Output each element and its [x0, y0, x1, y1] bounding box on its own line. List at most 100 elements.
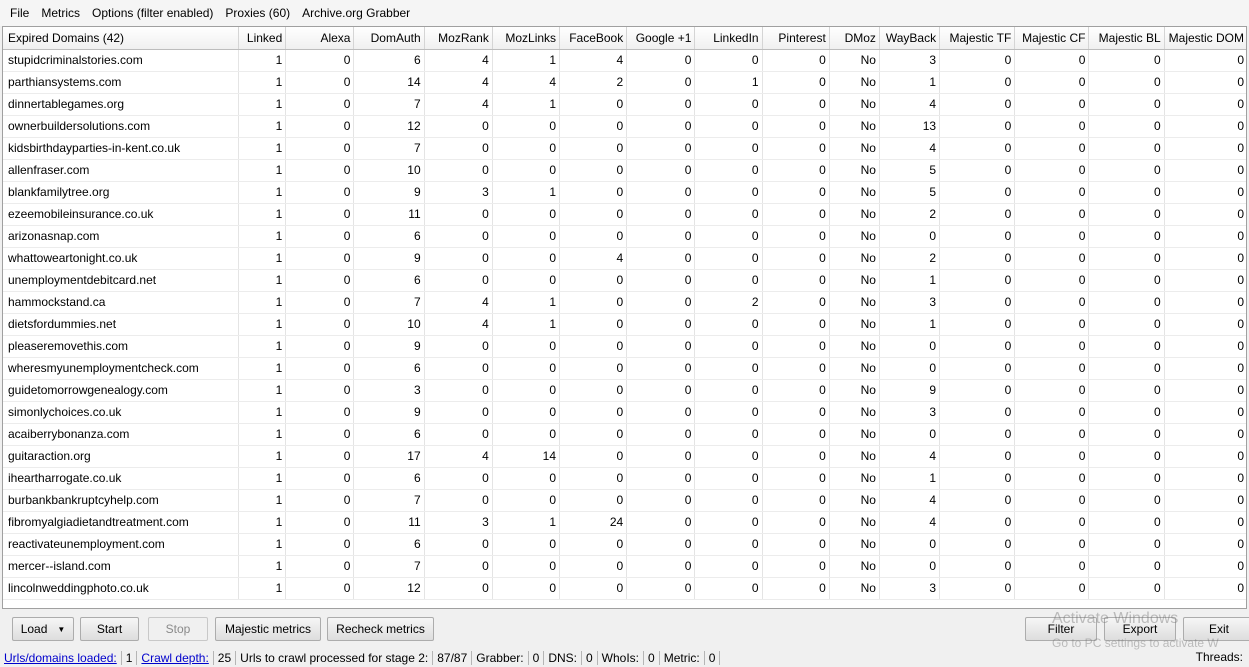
column-header-mozlinks[interactable]: MozLinks [492, 27, 561, 50]
column-header-linked[interactable]: Linked [238, 27, 287, 50]
cell-linkedin: 0 [694, 159, 763, 182]
cell-majestic-bl: 0 [1088, 137, 1165, 160]
cell-domauth: 6 [353, 225, 425, 248]
table-row[interactable]: mercer--island.com 1 0 7 0 0 0 0 0 0 No 0 0 0 0 0 [3, 555, 1246, 578]
table-row[interactable]: acaiberrybonanza.com 1 0 6 0 0 0 0 0 0 No 0 0 0 0 0 [3, 423, 1246, 446]
cell-domain: burbankbankruptcyhelp.com [3, 489, 240, 512]
table-row[interactable]: ownerbuildersolutions.com 1 0 12 0 0 0 0 0 0 No 13 0… [3, 115, 1246, 138]
cell-alexa: 0 [285, 181, 355, 204]
cell-majestic-cf: 0 [1014, 181, 1090, 204]
start-button[interactable]: Start [80, 617, 139, 641]
cell-domauth: 11 [353, 203, 425, 226]
table-row[interactable]: wheresmyunemploymentcheck.com 1 0 6 0 0 0 0 0 0 No… [3, 357, 1246, 380]
table-row[interactable]: fibromyalgiadietandtreatment.com 1 0 11 3 1 24… [3, 511, 1246, 534]
table-row[interactable]: dinnertablegames.org 1 0 7 4 1 0 0 0 0 No 4 0 0 0 0 [3, 93, 1246, 116]
column-header-mozrank[interactable]: MozRank [424, 27, 493, 50]
cell-majestic-cf: 0 [1014, 71, 1090, 94]
column-header-wayback[interactable]: WayBack [879, 27, 941, 50]
cell-majestic-bl: 0 [1088, 533, 1165, 556]
cell-facebook: 0 [559, 225, 628, 248]
table-row[interactable]: lincolnweddingphoto.co.uk 1 0 12 0 0 0 0 0 0 No 3 0 0… [3, 577, 1246, 600]
crawl-depth-link[interactable]: Crawl depth: [137, 651, 212, 665]
table-row[interactable]: burbankbankruptcyhelp.com 1 0 7 0 0 0 0 0 0 No 4 0 0 0… [3, 489, 1246, 512]
column-header-dmoz[interactable]: DMoz [829, 27, 880, 50]
cell-majestic-cf: 0 [1014, 115, 1090, 138]
menu-proxies[interactable]: Proxies (60) [219, 0, 296, 26]
table-row[interactable]: simonlychoices.co.uk 1 0 9 0 0 0 0 0 0 No 3 0 0 0 0 [3, 401, 1246, 424]
recheck-metrics-button[interactable]: Recheck metrics [327, 617, 434, 641]
cell-mozlinks: 0 [492, 555, 561, 578]
table-row[interactable]: pleaseremovethis.com 1 0 9 0 0 0 0 0 0 No 0 0 0 0 0 [3, 335, 1246, 358]
column-header-google-plus[interactable]: Google +1 [626, 27, 696, 50]
cell-majestic-tf: 0 [939, 247, 1016, 270]
cell-pinterest: 0 [762, 511, 830, 534]
column-header-majestic-bl[interactable]: Majestic BL [1088, 27, 1165, 50]
cell-alexa: 0 [285, 511, 355, 534]
column-header-domauth[interactable]: DomAuth [353, 27, 425, 50]
column-header-pinterest[interactable]: Pinterest [762, 27, 830, 50]
cell-majestic-bl: 0 [1088, 159, 1165, 182]
cell-mozrank: 0 [424, 137, 493, 160]
cell-domain: simonlychoices.co.uk [3, 401, 240, 424]
menu-archive-grabber[interactable]: Archive.org Grabber [296, 0, 416, 26]
cell-majestic-dom: 0 [1164, 159, 1246, 182]
stop-button[interactable]: Stop [148, 617, 208, 641]
cell-facebook: 4 [559, 49, 628, 72]
table-row[interactable]: unemploymentdebitcard.net 1 0 6 0 0 0 0 0 0 No 1 0 0 0… [3, 269, 1246, 292]
cell-majestic-bl: 0 [1088, 445, 1165, 468]
menu-file[interactable]: File [4, 0, 35, 26]
table-row[interactable]: hammockstand.ca 1 0 7 4 1 0 0 2 0 No 3 0 0 0 0 [3, 291, 1246, 314]
cell-linkedin: 0 [694, 335, 763, 358]
column-header-alexa[interactable]: Alexa [285, 27, 355, 50]
cell-mozlinks: 0 [492, 357, 561, 380]
cell-linked: 1 [238, 313, 287, 336]
table-row[interactable]: guidetomorrowgenealogy.com 1 0 3 0 0 0 0 0 0 No 9 0 0… [3, 379, 1246, 402]
table-row[interactable]: stupidcriminalstories.com 1 0 6 4 1 4 0 0 0 No 3 0 0 0… [3, 49, 1246, 72]
table-row[interactable]: ezeemobileinsurance.co.uk 1 0 11 0 0 0 0 0 0 No 2 0 0… [3, 203, 1246, 226]
cell-pinterest: 0 [762, 269, 830, 292]
table-row[interactable]: kidsbirthdayparties-in-kent.co.uk 1 0 7 0 0 0 0… [3, 137, 1246, 160]
domains-table: Expired Domains (42) Linked Alexa DomAuth Mo… [3, 27, 1246, 600]
cell-alexa: 0 [285, 445, 355, 468]
cell-mozlinks: 0 [492, 115, 561, 138]
cell-dmoz: No [829, 203, 880, 226]
cell-alexa: 0 [285, 379, 355, 402]
cell-mozlinks: 0 [492, 533, 561, 556]
cell-majestic-tf: 0 [939, 489, 1016, 512]
cell-pinterest: 0 [762, 291, 830, 314]
menu-metrics[interactable]: Metrics [35, 0, 86, 26]
column-header-domain[interactable]: Expired Domains (42) [3, 27, 240, 50]
column-header-majestic-tf[interactable]: Majestic TF [939, 27, 1016, 50]
cell-majestic-dom: 0 [1164, 181, 1246, 204]
column-header-linkedin[interactable]: LinkedIn [694, 27, 763, 50]
table-row[interactable]: whattoweartonight.co.uk 1 0 9 0 0 4 0 0 0 No 2 0 0 0 0 [3, 247, 1246, 270]
column-header-majestic-dom[interactable]: Majestic DOM [1164, 27, 1246, 50]
cell-mozlinks: 0 [492, 247, 561, 270]
load-button[interactable]: Load ▼ [12, 617, 74, 641]
cell-majestic-cf: 0 [1014, 137, 1090, 160]
table-row[interactable]: blankfamilytree.org 1 0 9 3 1 0 0 0 0 No 5 0 0 0 0 [3, 181, 1246, 204]
cell-wayback: 3 [879, 577, 941, 600]
table-row[interactable]: dietsfordummies.net 1 0 10 4 1 0 0 0 0 No 1 0 0 0 0 [3, 313, 1246, 336]
cell-domauth: 6 [353, 467, 425, 490]
cell-majestic-dom: 0 [1164, 445, 1246, 468]
column-header-facebook[interactable]: FaceBook [559, 27, 628, 50]
cell-mozlinks: 1 [492, 313, 561, 336]
cell-majestic-tf: 0 [939, 577, 1016, 600]
table-row[interactable]: arizonasnap.com 1 0 6 0 0 0 0 0 0 No 0 0 0 0 0 [3, 225, 1246, 248]
cell-domauth: 6 [353, 357, 425, 380]
table-row[interactable]: iheartharrogate.co.uk 1 0 6 0 0 0 0 0 0 No 1 0 0 0 0 [3, 467, 1246, 490]
cell-linked: 1 [238, 379, 287, 402]
menu-options[interactable]: Options (filter enabled) [86, 0, 219, 26]
column-header-majestic-cf[interactable]: Majestic CF [1014, 27, 1090, 50]
majestic-metrics-button[interactable]: Majestic metrics [215, 617, 321, 641]
cell-dmoz: No [829, 467, 880, 490]
urls-loaded-link[interactable]: Urls/domains loaded: [0, 651, 121, 665]
cell-linkedin: 0 [694, 93, 763, 116]
grabber-label: Grabber: [476, 650, 524, 665]
table-row[interactable]: allenfraser.com 1 0 10 0 0 0 0 0 0 No 5 0 0 0 0 [3, 159, 1246, 182]
cell-wayback: 9 [879, 379, 941, 402]
table-row[interactable]: parthiansystems.com 1 0 14 4 4 2 0 1 0 No 1 0 0 0 0 [3, 71, 1246, 94]
table-row[interactable]: reactivateunemployment.com 1 0 6 0 0 0 0 0 0 No 0 0 0… [3, 533, 1246, 556]
table-row[interactable]: guitaraction.org 1 0 17 4 14 0 0 0 0 No 4 0 0 0 0 [3, 445, 1246, 468]
